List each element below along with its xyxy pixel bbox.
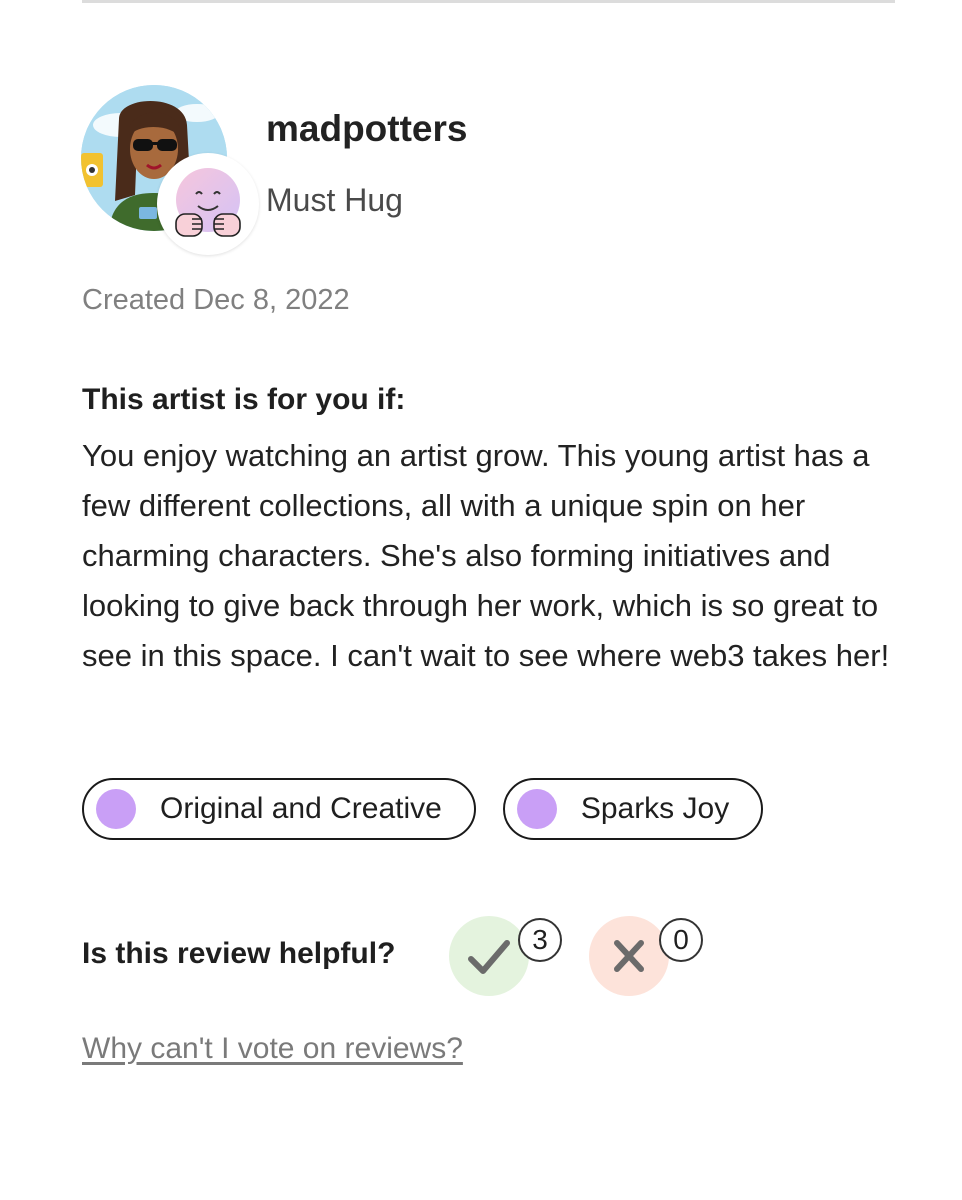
vote-not-helpful-button[interactable] <box>589 916 669 996</box>
reviewer-username[interactable]: madpotters <box>266 108 467 150</box>
helpful-question: Is this review helpful? <box>82 937 396 970</box>
tag-label: Original and Creative <box>160 792 442 825</box>
why-cant-vote-link[interactable]: Why can't I vote on reviews? <box>82 1032 463 1066</box>
tag-original-and-creative[interactable]: Original and Creative <box>82 778 476 840</box>
tag-dot <box>516 789 557 829</box>
tag-sparks-joy[interactable]: Sparks Joy <box>502 778 764 840</box>
not-helpful-count: 0 <box>659 918 703 962</box>
hug-badge <box>157 153 259 255</box>
hugging-face-icon <box>175 168 241 237</box>
helpful-count: 3 <box>518 918 562 962</box>
review-heading: This artist is for you if: <box>82 383 406 416</box>
check-icon <box>468 940 510 974</box>
created-date: Created Dec 8, 2022 <box>82 284 350 316</box>
tag-label: Sparks Joy <box>580 792 730 825</box>
tag-list: Original and Creative Sparks Joy <box>82 778 764 840</box>
vote-helpful-button[interactable] <box>449 916 529 996</box>
top-divider <box>82 0 895 3</box>
review-body: You enjoy watching an artist grow. This … <box>82 438 890 673</box>
x-icon <box>614 940 644 972</box>
reviewer-title: Must Hug <box>266 182 403 218</box>
tag-dot <box>96 789 136 829</box>
